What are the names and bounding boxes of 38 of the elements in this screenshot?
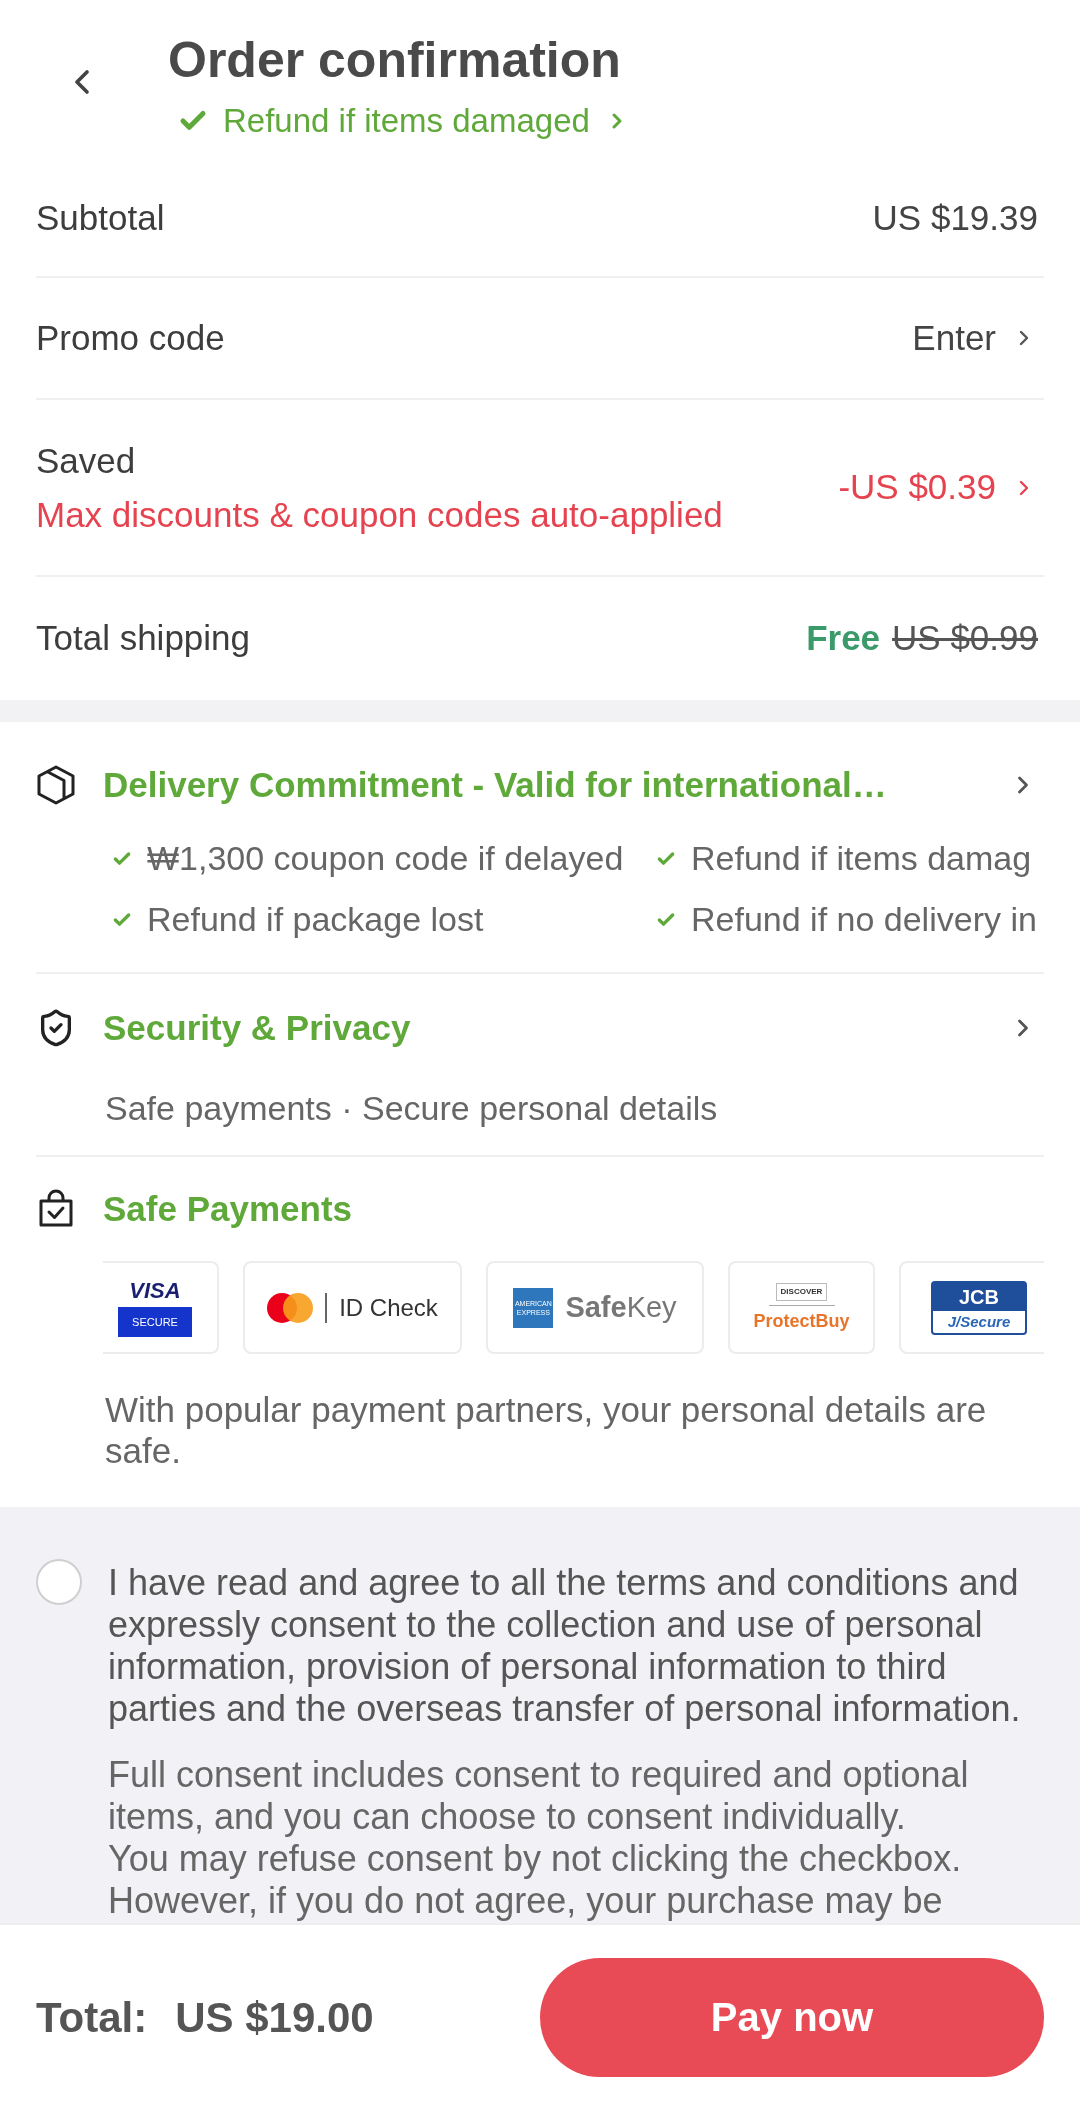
total-amount: US $19.00 [175,1992,374,2043]
consent-checkbox[interactable] [36,1559,82,1605]
page-title: Order confirmation [168,31,622,90]
logo-tag: J/Secure [933,1310,1025,1333]
logo-wordmark: ID Check [339,1292,438,1323]
commitment-item: Refund if items damag [691,838,1032,879]
section-subtitle: Safe payments · Secure personal details [105,1088,719,1129]
promo-code-enter-button[interactable]: Enter [912,311,1044,365]
row-label: Total shipping [36,617,251,660]
payment-note: With popular payment partners, your personal details are safe. [105,1389,988,1471]
discount-amount-button[interactable]: -US $0.39 [838,461,1044,514]
row-label: Subtotal [36,196,165,239]
cube-icon [36,765,76,805]
row-label: Promo code [36,316,225,359]
consent-statement: I have read and agree to all the terms and conditions and expressly consent to the collection and use of personal information, provision of personal information to third parties and the overseas transfer of personal information. [108,1562,1022,1730]
commitment-item: ₩1,300 coupon code if delayed [147,838,624,879]
commitment-item: Refund if no delivery in [691,899,1037,940]
logo-tag: SECURE [118,1306,192,1337]
discount-note: Max discounts & coupon codes auto-applied [36,493,723,536]
free-shipping-label: Free [806,617,881,660]
row-value: US $19.39 [872,196,1039,239]
logo-wordmark: ProtectBuy [753,1310,850,1332]
section-title: Safe Payments [103,1187,353,1230]
logo-wordmark: JCB [959,1284,999,1310]
refund-guarantee-link[interactable]: Refund if items damaged [178,99,629,143]
logo-wordmark: SafeKey [565,1289,677,1325]
row-label: Saved [36,439,137,482]
pay-now-button[interactable]: Pay now [540,1957,1044,2077]
logo-tag: DISCOVER [775,1283,828,1301]
consent-details: You may refuse consent by not clicking the checkbox. However, if you do not agree, your purchase may be [108,1838,963,1922]
section-title: Delivery Commitment - Valid for international… [103,763,888,806]
total-label: Total: [36,1992,148,2043]
commitment-item: Refund if package lost [147,899,484,940]
logo-wordmark: VISA [129,1278,181,1303]
consent-details: Full consent includes consent to required and optional items, and you can choose to consent individually. [108,1754,970,1838]
overlapping-circles-icon [267,1292,314,1323]
original-price: US $0.99 [892,617,1038,660]
section-title: Security & Privacy [103,1006,412,1049]
